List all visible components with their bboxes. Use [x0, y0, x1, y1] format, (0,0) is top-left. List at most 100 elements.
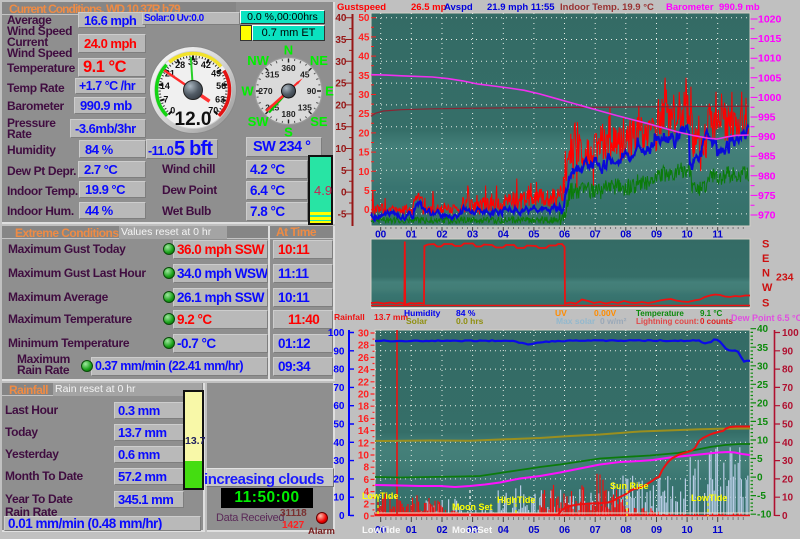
- svg-text:Dew Point: Dew Point: [731, 313, 775, 323]
- svg-text:LowTide: LowTide: [691, 493, 727, 503]
- svg-text:LowTide: LowTide: [362, 525, 400, 536]
- svg-text:40: 40: [335, 13, 347, 24]
- svg-text:LowTide: LowTide: [362, 491, 398, 501]
- svg-text:30: 30: [358, 329, 370, 340]
- svg-text:35: 35: [335, 35, 347, 46]
- svg-text:28: 28: [358, 341, 370, 352]
- svg-text:11: 11: [712, 525, 723, 536]
- svg-text:6: 6: [363, 475, 369, 486]
- svg-text:26: 26: [358, 353, 370, 364]
- svg-text:02: 02: [436, 525, 448, 536]
- svg-text:0: 0: [341, 188, 347, 199]
- svg-text:15: 15: [757, 417, 769, 428]
- svg-text:E: E: [762, 253, 769, 265]
- svg-text:975: 975: [758, 190, 776, 202]
- svg-text:12: 12: [358, 438, 370, 449]
- svg-text:40: 40: [333, 438, 345, 449]
- svg-text:25: 25: [358, 109, 370, 120]
- svg-text:18: 18: [358, 402, 370, 413]
- svg-text:20: 20: [782, 474, 794, 485]
- svg-text:Barometer: Barometer: [666, 2, 714, 13]
- svg-text:1020: 1020: [758, 14, 782, 26]
- svg-text:100: 100: [328, 328, 345, 339]
- svg-text:80: 80: [782, 365, 794, 376]
- svg-text:1000: 1000: [758, 92, 782, 104]
- svg-text:10: 10: [757, 436, 769, 447]
- svg-text:Max solar: Max solar: [556, 316, 596, 326]
- svg-text:06: 06: [559, 525, 571, 536]
- svg-text:35: 35: [358, 71, 370, 82]
- svg-text:24: 24: [358, 365, 370, 376]
- svg-text:09: 09: [651, 525, 663, 536]
- svg-text:0.0 hrs: 0.0 hrs: [456, 316, 484, 326]
- svg-text:16: 16: [358, 414, 370, 425]
- svg-text:10: 10: [782, 493, 794, 504]
- svg-text:Lightning count:: Lightning count:: [636, 317, 699, 326]
- svg-text:10: 10: [333, 493, 345, 504]
- svg-text:40: 40: [757, 324, 769, 335]
- svg-text:50: 50: [333, 420, 345, 431]
- svg-text:0: 0: [782, 511, 788, 522]
- svg-text:20: 20: [335, 100, 347, 111]
- svg-text:30: 30: [358, 90, 370, 101]
- svg-text:70: 70: [782, 383, 794, 394]
- svg-text:10: 10: [682, 525, 694, 536]
- svg-text:30: 30: [333, 456, 345, 467]
- svg-text:20: 20: [358, 390, 370, 401]
- svg-text:0: 0: [363, 512, 369, 523]
- svg-text:50: 50: [358, 13, 370, 24]
- svg-text:Sun Rise: Sun Rise: [610, 481, 649, 491]
- svg-text:35: 35: [757, 343, 769, 354]
- svg-text:8: 8: [363, 463, 369, 474]
- svg-text:07: 07: [590, 525, 602, 536]
- svg-text:10: 10: [358, 451, 370, 462]
- svg-text:MoonSet: MoonSet: [452, 525, 493, 536]
- svg-text:80: 80: [333, 365, 345, 376]
- svg-text:Gustspeed: Gustspeed: [337, 2, 386, 13]
- svg-text:05: 05: [528, 525, 540, 536]
- svg-text:50: 50: [782, 420, 794, 431]
- svg-text:HighTide: HighTide: [497, 495, 535, 505]
- svg-text:90: 90: [782, 346, 794, 357]
- svg-text:985: 985: [758, 151, 776, 163]
- svg-text:08: 08: [620, 525, 632, 536]
- svg-text:100: 100: [782, 328, 799, 339]
- svg-text:90: 90: [333, 346, 345, 357]
- svg-text:0: 0: [757, 473, 763, 484]
- svg-text:60: 60: [333, 401, 345, 412]
- svg-text:70: 70: [333, 383, 345, 394]
- svg-text:5: 5: [364, 186, 370, 197]
- svg-text:234: 234: [776, 272, 794, 284]
- svg-text:04: 04: [498, 525, 510, 536]
- svg-text:5: 5: [341, 166, 347, 177]
- svg-text:Rainfall: Rainfall: [334, 312, 365, 322]
- svg-text:Avspd: Avspd: [444, 2, 473, 13]
- svg-text:14: 14: [358, 426, 370, 437]
- svg-text:21.9 mph 11:55: 21.9 mph 11:55: [487, 2, 555, 13]
- svg-text:25: 25: [335, 79, 347, 90]
- svg-text:22: 22: [358, 377, 370, 388]
- svg-text:0 w/m²: 0 w/m²: [600, 316, 627, 326]
- svg-text:-5: -5: [338, 209, 347, 220]
- svg-text:S: S: [762, 239, 769, 251]
- svg-text:980: 980: [758, 170, 776, 182]
- svg-text:20: 20: [757, 398, 769, 409]
- svg-text:20: 20: [358, 128, 370, 139]
- svg-text:0: 0: [364, 205, 370, 216]
- svg-text:995: 995: [758, 112, 776, 124]
- svg-text:1010: 1010: [758, 53, 782, 65]
- svg-text:40: 40: [358, 52, 370, 63]
- svg-text:6.5 °C: 6.5 °C: [777, 313, 800, 323]
- svg-text:25: 25: [757, 380, 769, 391]
- svg-text:0: 0: [339, 511, 345, 522]
- svg-text:1015: 1015: [758, 33, 782, 45]
- svg-text:Solar: Solar: [406, 316, 428, 326]
- svg-text:26.5 mp: 26.5 mp: [411, 2, 447, 13]
- svg-text:5: 5: [757, 454, 763, 465]
- svg-text:15: 15: [335, 122, 347, 133]
- svg-text:30: 30: [335, 57, 347, 68]
- svg-text:45: 45: [358, 32, 370, 43]
- svg-text:N: N: [762, 268, 770, 280]
- svg-text:01: 01: [406, 525, 418, 536]
- svg-text:1005: 1005: [758, 72, 782, 84]
